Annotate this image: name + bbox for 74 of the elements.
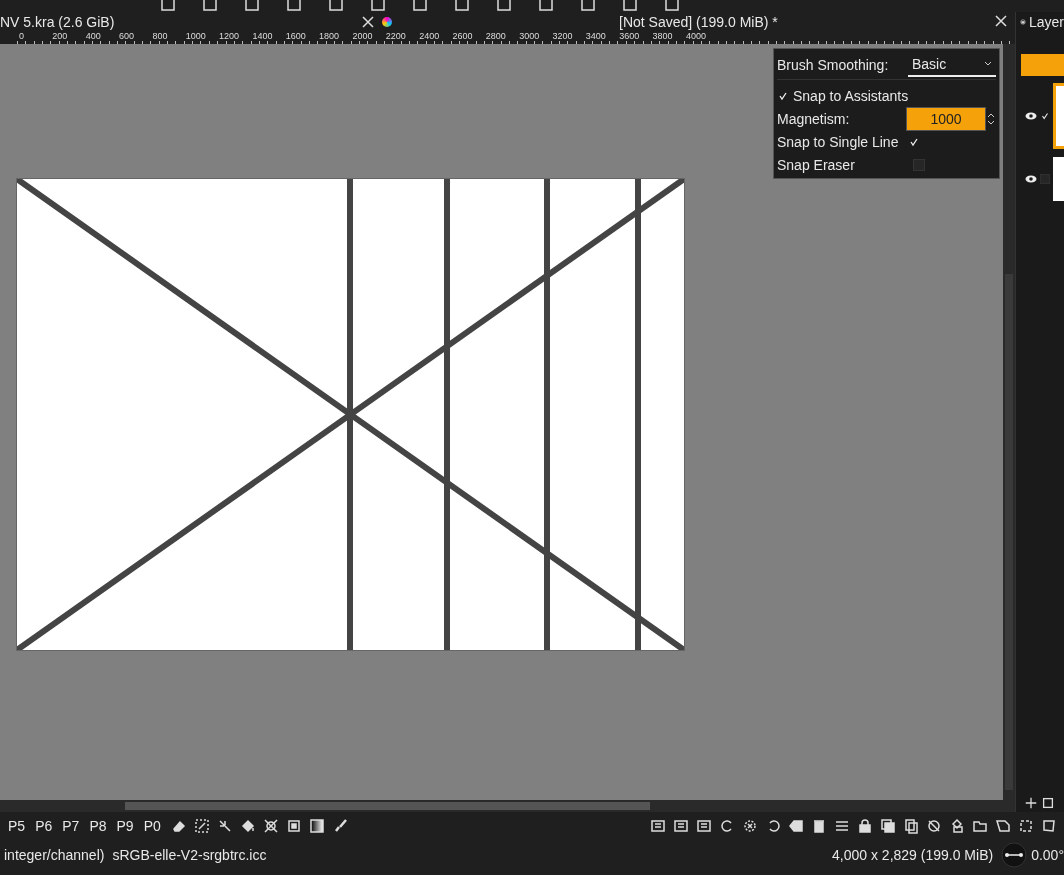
view-title: [Not Saved] (199.0 MiB) * [619, 14, 778, 30]
ruler-label: 600 [118, 32, 136, 43]
ruler-label: 800 [151, 32, 169, 43]
ruler-label: 4000 [684, 32, 707, 43]
option-label: Snap Eraser [777, 156, 855, 173]
magic-wand-icon[interactable] [216, 818, 233, 834]
add-icon[interactable] [1024, 796, 1038, 810]
option-label: Snap to Single Line [777, 133, 899, 150]
color-wheel-icon [382, 17, 392, 27]
ruler-label: 2000 [351, 32, 374, 43]
preset-button[interactable]: P9 [116, 818, 134, 834]
preset-button[interactable]: P5 [8, 818, 26, 834]
ruler-label: 400 [84, 32, 102, 43]
color-depth-text: integer/channel) [4, 847, 105, 863]
preset-button[interactable]: P6 [35, 818, 53, 834]
transform-icon[interactable] [262, 818, 279, 834]
layer-toolbar-bar [1021, 54, 1064, 76]
ruler-label: 2800 [484, 32, 507, 43]
caret-icon [984, 61, 992, 66]
crop-icon[interactable] [285, 818, 302, 834]
export-icon[interactable] [995, 818, 1011, 834]
close-icon[interactable] [360, 14, 376, 30]
preset-button[interactable]: P7 [62, 818, 80, 834]
option-label: Brush Smoothing: [777, 56, 889, 73]
docker-title: Layer [1028, 14, 1064, 30]
color-picker-icon[interactable] [193, 818, 210, 834]
vertical-scrollbar[interactable] [1003, 44, 1015, 800]
panel-icon[interactable] [673, 818, 689, 834]
color-profile-text: sRGB-elle-V2-srgbtrc.icc [112, 847, 267, 863]
eye-icon[interactable] [1025, 111, 1037, 121]
panel-icon[interactable] [696, 818, 712, 834]
ruler-label: 3000 [518, 32, 541, 43]
ruler-label: 2400 [418, 32, 441, 43]
shape-icon[interactable] [1041, 818, 1057, 834]
canvas-area[interactable]: Brush Smoothing: Basic Snap to Assistants Magnetism: 1000 Snap to Single Line Snap Eraser [0, 44, 1003, 800]
ruler-label: 1400 [251, 32, 274, 43]
ruler-label: 3800 [651, 32, 674, 43]
gradient-icon[interactable] [308, 818, 325, 834]
option-label: Snap to Assistants [793, 87, 909, 104]
duplicate-icon[interactable] [903, 818, 919, 834]
ruler-label: 1600 [284, 32, 307, 43]
paint-icon[interactable] [949, 818, 965, 834]
ruler-label: 3400 [584, 32, 607, 43]
trash-icon[interactable] [811, 818, 827, 834]
clear-icon[interactable] [788, 818, 804, 834]
sliders-icon[interactable] [834, 818, 850, 834]
reset-icon[interactable] [742, 818, 758, 834]
duplicate-icon[interactable] [1041, 796, 1055, 810]
document-tab[interactable]: NV 5.kra (2.6 GiB) [0, 14, 360, 30]
ruler-label: 2200 [384, 32, 407, 43]
ruler-label: 0 [18, 32, 25, 43]
smoothing-dropdown[interactable]: Basic [908, 52, 996, 77]
ruler-label: 1000 [184, 32, 207, 43]
panel-icon[interactable] [650, 818, 666, 834]
preset-button[interactable]: P0 [143, 818, 161, 834]
ruler-label: 1800 [318, 32, 341, 43]
rotation-icon[interactable] [1001, 842, 1028, 868]
close-icon[interactable] [993, 12, 1009, 29]
preset-button[interactable]: P8 [89, 818, 107, 834]
ruler-label: 1200 [218, 32, 241, 43]
horizontal-scrollbar[interactable] [0, 800, 1015, 812]
magnetism-field[interactable]: 1000 [906, 106, 986, 131]
ruler-label: 3600 [618, 32, 641, 43]
image-size-text: 4,000 x 2,829 (199.0 MiB) [832, 847, 994, 863]
option-label: Magnetism: [777, 110, 850, 127]
merge-icon[interactable] [880, 818, 896, 834]
rotation-angle[interactable]: 0.00° [1031, 847, 1064, 863]
eye-icon[interactable] [1025, 174, 1037, 184]
eraser-icon[interactable] [170, 818, 187, 834]
ruler-label: 200 [51, 32, 69, 43]
ruler-label: 2600 [451, 32, 474, 43]
ruler-label: 3200 [551, 32, 574, 43]
folder-icon[interactable] [972, 818, 988, 834]
fill-bucket-icon[interactable] [239, 818, 256, 834]
